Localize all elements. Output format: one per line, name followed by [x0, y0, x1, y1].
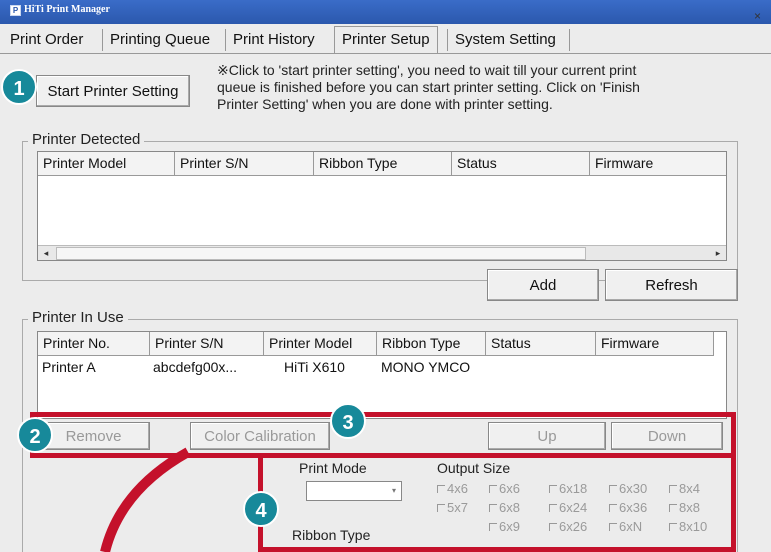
annotation-arrow: [100, 447, 191, 552]
step-badge-1: 1: [1, 69, 37, 105]
step-badge-4: 4: [243, 491, 279, 527]
step-badge-3: 3: [330, 403, 366, 439]
step-badge-2: 2: [17, 417, 53, 453]
annotation-arrow-line: [100, 447, 191, 552]
